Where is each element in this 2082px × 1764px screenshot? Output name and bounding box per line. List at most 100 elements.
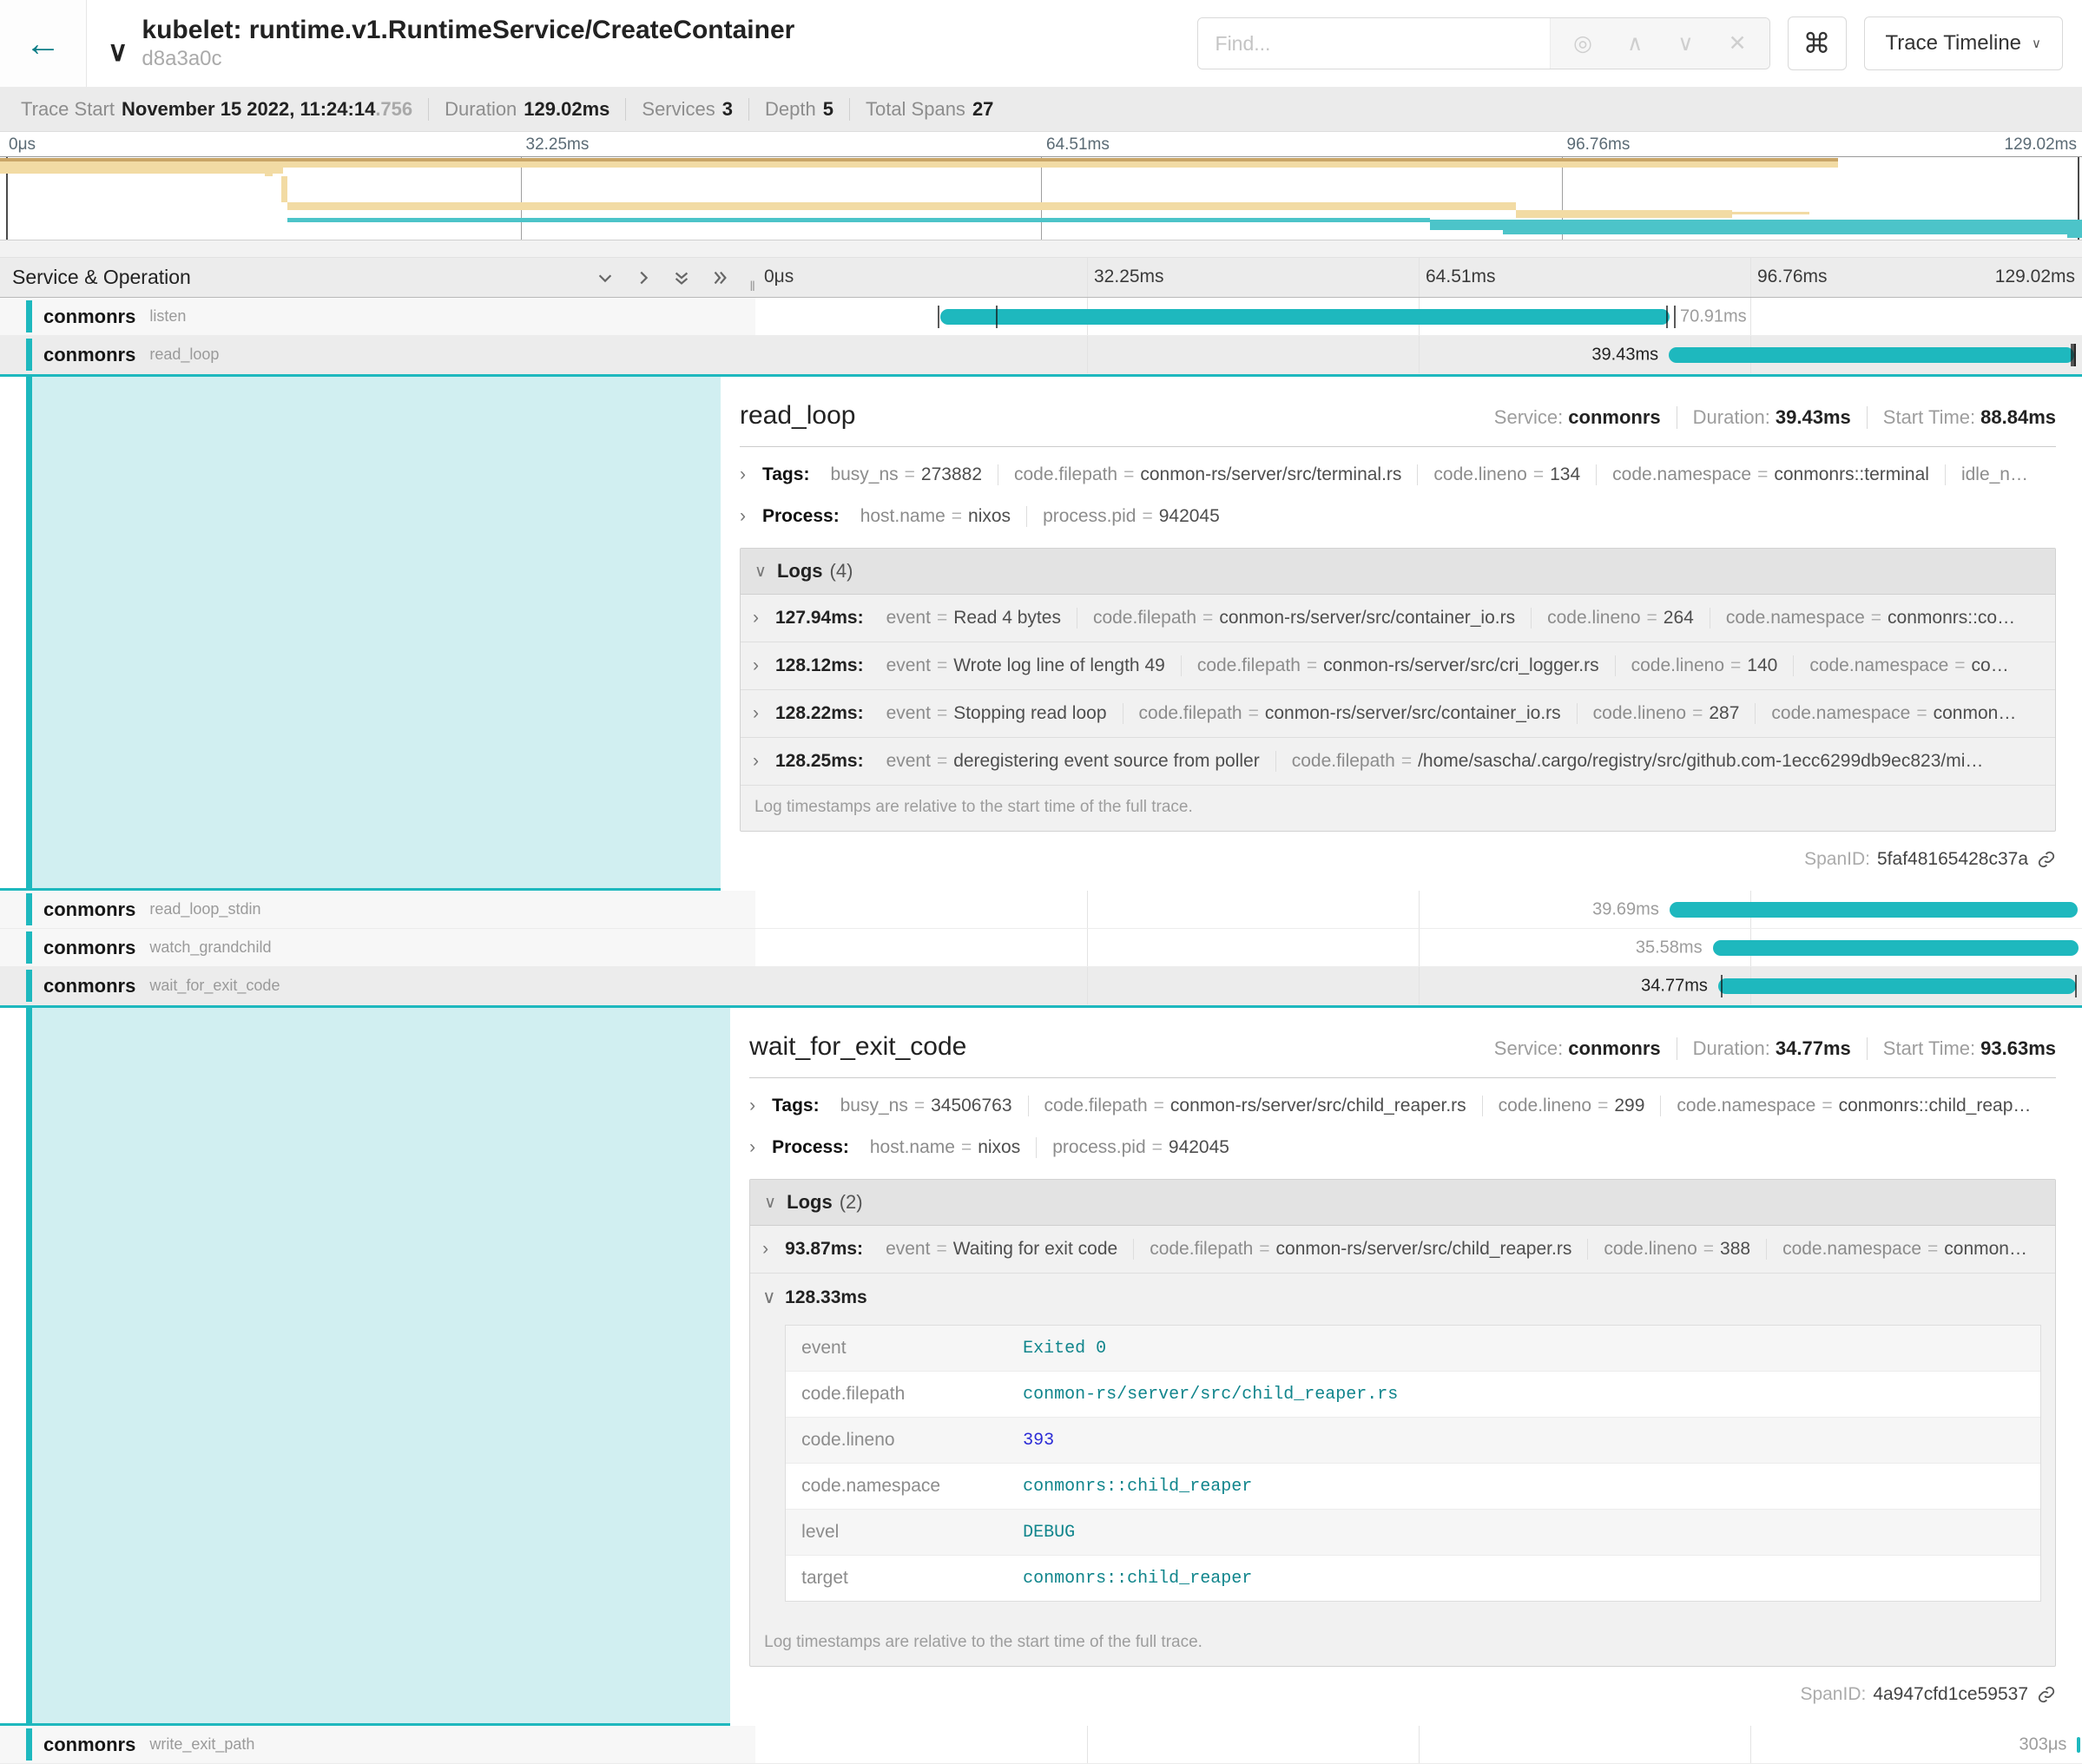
ruler-tick: 32.25ms xyxy=(1094,267,1164,287)
span-service: conmonrs xyxy=(43,937,135,959)
span-service: conmonrs xyxy=(43,344,135,366)
trace-collapse-icon[interactable]: ∨ xyxy=(108,37,128,65)
span-color-accent xyxy=(26,970,32,1002)
minimap-gridline xyxy=(521,157,522,240)
keyboard-shortcuts-button[interactable]: ⌘ xyxy=(1788,16,1847,70)
copy-link-icon[interactable] xyxy=(2037,1685,2056,1704)
next-result-icon[interactable]: ∨ xyxy=(1677,33,1693,55)
span-timeline-cell[interactable]: 35.58ms xyxy=(755,929,2082,966)
span-operation: write_exit_path xyxy=(149,1735,254,1754)
locate-icon[interactable]: ◎ xyxy=(1573,33,1592,55)
chevron-right-icon: › xyxy=(753,608,765,629)
span-operation: read_loop xyxy=(149,346,219,364)
log-entry[interactable]: › 127.94ms: event=Read 4 bytescode.filep… xyxy=(741,595,2055,642)
trace-id: d8a3a0c xyxy=(142,47,794,71)
span-bar[interactable] xyxy=(2077,1737,2080,1753)
span-row-read-loop-stdin[interactable]: conmonrs read_loop_stdin 39.69ms xyxy=(0,891,2082,929)
service-operation-header: Service & Operation ‖ xyxy=(0,258,755,297)
copy-link-icon[interactable] xyxy=(2037,850,2056,869)
chevron-right-icon: › xyxy=(753,751,765,772)
logs-header[interactable]: ∨ Logs(2) xyxy=(750,1180,2055,1226)
span-timeline-cell[interactable]: 39.69ms xyxy=(755,891,2082,928)
find-input[interactable] xyxy=(1198,18,1551,69)
span-row-wait-for-exit-code[interactable]: conmonrs wait_for_exit_code 34.77ms xyxy=(0,967,2082,1005)
span-id-value: 4a947cfd1ce59537 xyxy=(1873,1684,2028,1705)
log-field-row: event Exited 0 xyxy=(786,1326,2040,1372)
tags-row[interactable]: › Tags: busy_ns=273882code.filepath=conm… xyxy=(740,464,2056,485)
process-row[interactable]: › Process: host.name=nixosprocess.pid=94… xyxy=(749,1137,2056,1158)
span-service: conmonrs xyxy=(43,1734,135,1756)
span-duration-label: 70.91ms xyxy=(1680,306,1747,326)
chevron-right-icon[interactable]: › xyxy=(740,506,752,527)
timeline-gridline xyxy=(1750,258,1751,297)
span-row-write-exit-path[interactable]: conmonrs write_exit_path 303μs xyxy=(0,1726,2082,1764)
log-entry-expanded[interactable]: ∨ 128.33ms xyxy=(750,1274,2055,1321)
span-color-accent xyxy=(26,339,32,371)
span-color-accent xyxy=(26,1008,32,1723)
span-duration-label: 34.77ms xyxy=(1641,976,1708,996)
span-bar[interactable] xyxy=(1670,902,2078,918)
log-field: code.filepath=conmon-rs/server/src/cri_l… xyxy=(1181,655,1615,676)
logs-header[interactable]: ∨ Logs(4) xyxy=(741,549,2055,595)
trace-summary-bar: Trace StartNovember 15 2022, 11:24:14.75… xyxy=(0,87,2082,132)
span-bar[interactable] xyxy=(1718,978,2076,994)
view-selector-button[interactable]: Trace Timeline ∨ xyxy=(1864,16,2063,70)
column-resizer-grip[interactable]: ‖ xyxy=(749,280,755,295)
back-button[interactable]: ← xyxy=(0,0,87,87)
tags-row[interactable]: › Tags: busy_ns=34506763code.filepath=co… xyxy=(749,1096,2056,1116)
span-timeline-cell[interactable]: 34.77ms xyxy=(755,967,2082,1004)
summary-depth: Depth5 xyxy=(749,98,850,121)
log-field: code.namespace=conmon… xyxy=(1755,703,2032,724)
log-entry[interactable]: › 128.25ms: event=deregistering event so… xyxy=(741,738,2055,786)
expand-all-icon[interactable] xyxy=(710,268,729,287)
span-bar[interactable] xyxy=(940,309,1670,325)
tag-item: busy_ns=273882 xyxy=(814,464,998,485)
collapse-controls xyxy=(596,268,755,287)
log-field: event=Waiting for exit code xyxy=(870,1239,1133,1260)
logs-note: Log timestamps are relative to the start… xyxy=(741,786,2055,831)
log-entry[interactable]: › 93.87ms: event=Waiting for exit codeco… xyxy=(750,1226,2055,1274)
span-timeline-cell[interactable]: 70.91ms xyxy=(755,298,2082,335)
tag-item: code.filepath=conmon-rs/server/src/termi… xyxy=(998,464,1417,485)
chevron-right-icon[interactable]: › xyxy=(749,1137,761,1158)
minimap-span-bar xyxy=(265,174,273,176)
log-entry[interactable]: › 128.22ms: event=Stopping read loopcode… xyxy=(741,690,2055,738)
prev-result-icon[interactable]: ∧ xyxy=(1627,33,1643,55)
log-field: code.filepath=conmon-rs/server/src/conta… xyxy=(1077,608,1531,629)
log-marker xyxy=(2074,344,2076,366)
clear-search-icon[interactable]: ✕ xyxy=(1729,33,1747,55)
log-field-row: target conmonrs::child_reaper xyxy=(786,1556,2040,1601)
summary-services: Services3 xyxy=(626,98,749,121)
span-row-listen[interactable]: conmonrs listen 70.91ms xyxy=(0,298,2082,336)
chevron-down-icon: ∨ xyxy=(754,562,767,582)
span-timeline-cell[interactable]: 303μs xyxy=(755,1726,2082,1763)
process-row[interactable]: › Process: host.name=nixosprocess.pid=94… xyxy=(740,506,2056,527)
chevron-right-icon[interactable]: › xyxy=(740,464,752,485)
span-detail-wait-for-exit-code: wait_for_exit_code Service:conmonrs Dura… xyxy=(0,1005,2082,1726)
span-bar[interactable] xyxy=(1669,347,2074,363)
minimap-canvas[interactable] xyxy=(0,156,2082,240)
chevron-right-icon[interactable]: › xyxy=(749,1096,761,1116)
span-bar[interactable] xyxy=(1713,940,2079,956)
logs-note: Log timestamps are relative to the start… xyxy=(750,1621,2055,1666)
span-timeline-cell[interactable]: 39.43ms xyxy=(755,336,2082,373)
span-row-read-loop[interactable]: conmonrs read_loop 39.43ms xyxy=(0,336,2082,374)
timeline-gridline xyxy=(1087,258,1088,297)
log-entry[interactable]: › 128.12ms: event=Wrote log line of leng… xyxy=(741,642,2055,690)
span-duration-label: 303μs xyxy=(2019,1734,2067,1754)
log-field: code.lineno=140 xyxy=(1615,655,1794,676)
timeline-ruler: 0μs 32.25ms 64.51ms 96.76ms 129.02ms xyxy=(755,258,2082,297)
span-color-accent xyxy=(26,893,32,925)
log-field: code.filepath=/home/sascha/.cargo/regist… xyxy=(1275,751,2000,772)
collapse-all-icon[interactable] xyxy=(672,268,691,287)
expand-one-icon[interactable] xyxy=(634,268,653,287)
minimap-span-bar xyxy=(281,176,287,202)
log-marker xyxy=(2075,975,2077,997)
process-item: host.name=nixos xyxy=(854,1137,1036,1158)
span-detail-gutter xyxy=(0,1008,730,1726)
span-row-watch-grandchild[interactable]: conmonrs watch_grandchild 35.58ms xyxy=(0,929,2082,967)
back-arrow-icon: ← xyxy=(25,23,62,64)
span-service: conmonrs xyxy=(43,898,135,921)
collapse-one-icon[interactable] xyxy=(596,268,615,287)
span-operation: read_loop_stdin xyxy=(149,900,260,918)
